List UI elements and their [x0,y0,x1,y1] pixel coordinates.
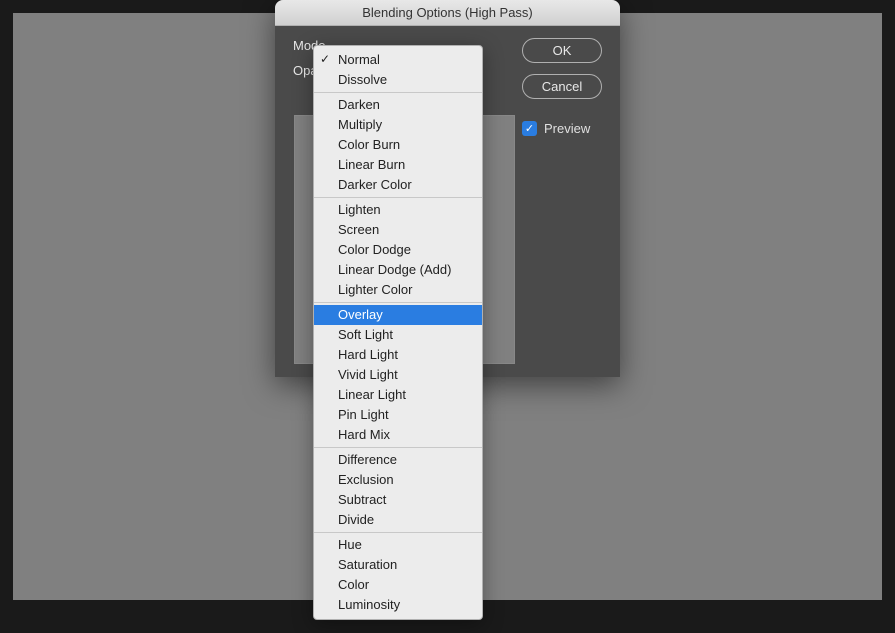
menu-group: Hue Saturation Color Luminosity [314,534,482,616]
blend-mode-label: Screen [338,222,379,237]
menu-group: ✓ Normal Dissolve [314,49,482,91]
blend-mode-label: Subtract [338,492,386,507]
dialog-buttons: OK Cancel ✓ Preview [522,38,602,136]
menu-separator [314,92,482,93]
blend-mode-option[interactable]: Darken [314,95,482,115]
blend-mode-label: Color Dodge [338,242,411,257]
menu-separator [314,302,482,303]
menu-group: Overlay Soft Light Hard Light Vivid Light Li… [314,304,482,446]
blend-mode-label: Hard Light [338,347,398,362]
blend-mode-label: Pin Light [338,407,389,422]
preview-checkbox-row[interactable]: ✓ Preview [522,121,602,136]
blend-mode-label: Color Burn [338,137,400,152]
menu-group: Lighten Screen Color Dodge Linear Dodge (Ad… [314,199,482,301]
blend-mode-label: Hard Mix [338,427,390,442]
blend-mode-option[interactable]: Screen [314,220,482,240]
menu-group: Darken Multiply Color Burn Linear Burn Darke… [314,94,482,196]
blend-mode-label: Linear Burn [338,157,405,172]
blend-mode-label: Hue [338,537,362,552]
preview-checkbox[interactable]: ✓ [522,121,537,136]
blend-mode-option[interactable]: Lighter Color [314,280,482,300]
blend-mode-label: Vivid Light [338,367,398,382]
check-icon: ✓ [320,50,330,68]
blend-mode-label: Saturation [338,557,397,572]
blend-mode-option[interactable]: Hard Light [314,345,482,365]
blend-mode-option[interactable]: Linear Dodge (Add) [314,260,482,280]
blend-mode-label: Soft Light [338,327,393,342]
dialog-title: Blending Options (High Pass) [362,5,533,20]
check-icon: ✓ [525,122,534,135]
blend-mode-label: Exclusion [338,472,394,487]
menu-group: Difference Exclusion Subtract Divide [314,449,482,531]
blend-mode-label: Linear Dodge (Add) [338,262,451,277]
blend-mode-option[interactable]: Divide [314,510,482,530]
blend-mode-option[interactable]: Pin Light [314,405,482,425]
blend-mode-option[interactable]: Hard Mix [314,425,482,445]
blend-mode-option[interactable]: Lighten [314,200,482,220]
preview-label: Preview [544,121,590,136]
blend-mode-option[interactable]: Soft Light [314,325,482,345]
blend-mode-option[interactable]: Vivid Light [314,365,482,385]
blend-mode-label: Overlay [338,307,383,322]
blend-mode-option[interactable]: Color Dodge [314,240,482,260]
blend-mode-option[interactable]: Color Burn [314,135,482,155]
blend-mode-option[interactable]: Dissolve [314,70,482,90]
blend-mode-option[interactable]: Saturation [314,555,482,575]
blend-mode-label: Lighten [338,202,381,217]
blend-mode-option[interactable]: Overlay [314,305,482,325]
blend-mode-dropdown[interactable]: ✓ Normal Dissolve Darken Multiply Color Burn L… [313,45,483,620]
menu-separator [314,447,482,448]
ok-button[interactable]: OK [522,38,602,63]
blend-mode-option[interactable]: Linear Burn [314,155,482,175]
blend-mode-label: Darker Color [338,177,412,192]
blend-mode-option[interactable]: Multiply [314,115,482,135]
blend-mode-label: Multiply [338,117,382,132]
blend-mode-option[interactable]: Luminosity [314,595,482,615]
blend-mode-label: Darken [338,97,380,112]
blend-mode-label: Divide [338,512,374,527]
blend-mode-option[interactable]: Subtract [314,490,482,510]
blend-mode-label: Lighter Color [338,282,412,297]
menu-separator [314,532,482,533]
blend-mode-label: Normal [338,52,380,67]
blend-mode-option[interactable]: Exclusion [314,470,482,490]
dialog-titlebar[interactable]: Blending Options (High Pass) [275,0,620,26]
blend-mode-option[interactable]: Linear Light [314,385,482,405]
blend-mode-label: Color [338,577,369,592]
blend-mode-label: Difference [338,452,397,467]
blend-mode-label: Luminosity [338,597,400,612]
blend-mode-label: Linear Light [338,387,406,402]
cancel-button[interactable]: Cancel [522,74,602,99]
blend-mode-option[interactable]: ✓ Normal [314,50,482,70]
blend-mode-option[interactable]: Difference [314,450,482,470]
blend-mode-label: Dissolve [338,72,387,87]
menu-separator [314,197,482,198]
blend-mode-option[interactable]: Hue [314,535,482,555]
blend-mode-option[interactable]: Color [314,575,482,595]
blend-mode-option[interactable]: Darker Color [314,175,482,195]
